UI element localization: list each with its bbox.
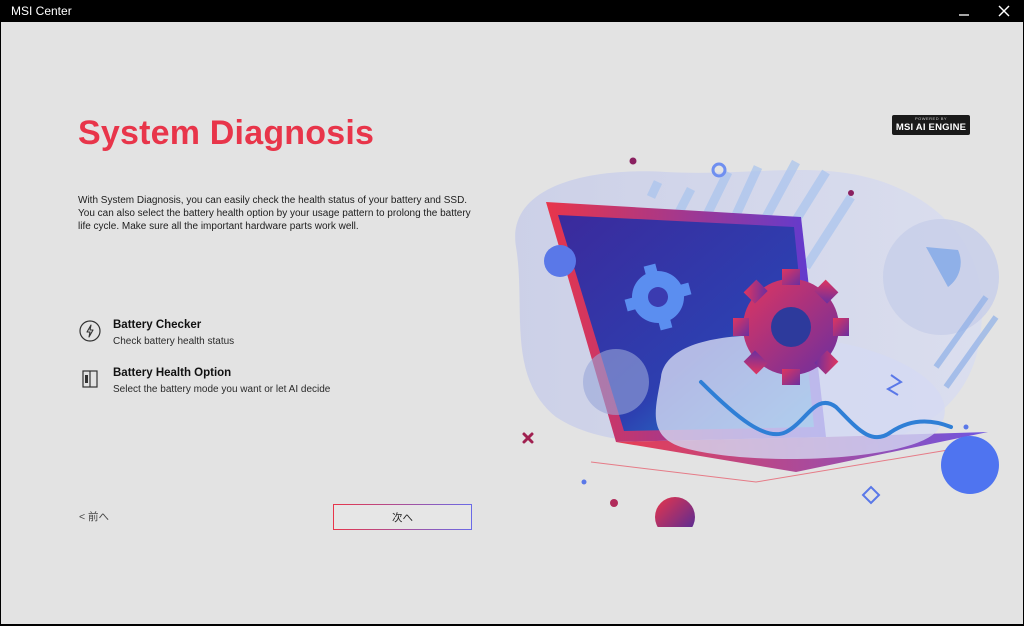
next-button[interactable]: 次へ: [333, 504, 472, 530]
battery-checker-option[interactable]: Battery Checker Check battery health sta…: [78, 319, 498, 359]
option-title: Battery Checker: [113, 319, 202, 331]
battery-health-option[interactable]: Battery Health Option Select the battery…: [78, 367, 498, 407]
option-subtitle: Check battery health status: [113, 336, 235, 347]
minimize-icon: [959, 14, 969, 16]
battery-option-icon: [82, 370, 98, 388]
close-button[interactable]: [986, 0, 1022, 22]
battery-check-icon: [79, 320, 101, 342]
laptop-illustration: [515, 157, 999, 527]
title-bar: MSI Center: [0, 0, 1024, 22]
close-icon: [998, 5, 1010, 17]
back-link[interactable]: < 前へ: [79, 509, 109, 524]
main-content: System Diagnosis With System Diagnosis, …: [1, 22, 1023, 624]
badge-powered-text: POWERED BY: [914, 116, 948, 121]
option-subtitle: Select the battery mode you want or let …: [113, 384, 331, 395]
minimize-button[interactable]: [946, 0, 982, 22]
app-title: MSI Center: [11, 4, 72, 18]
page-title: System Diagnosis: [78, 114, 375, 152]
page-description: With System Diagnosis, you can easily ch…: [78, 195, 471, 232]
option-title: Battery Health Option: [113, 367, 232, 379]
